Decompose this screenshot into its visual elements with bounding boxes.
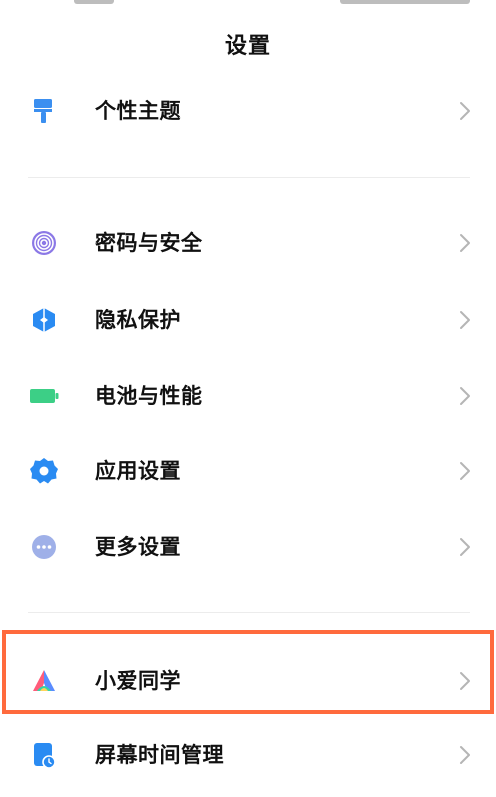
settings-item-more-settings[interactable]: 更多设置 [0,516,496,578]
privacy-shield-icon [33,308,55,332]
chevron-right-icon [460,234,470,252]
settings-item-app-settings[interactable]: 应用设置 [0,440,496,502]
xiaoai-assistant-icon [33,670,55,691]
settings-item-label: 屏幕时间管理 [95,743,224,767]
settings-item-label: 个性主题 [95,99,181,123]
section-divider [28,177,470,178]
chevron-right-icon [460,387,470,405]
settings-item-label: 小爱同学 [95,669,181,693]
section-divider [28,612,470,613]
settings-item-password-security[interactable]: 密码与安全 [0,212,496,274]
fingerprint-icon [32,231,56,255]
gear-icon [30,458,58,484]
settings-item-screen-time[interactable]: 屏幕时间管理 [0,724,496,786]
screen-time-icon [34,743,56,769]
chevron-right-icon [460,311,470,329]
chevron-right-icon [460,746,470,764]
settings-item-label: 应用设置 [95,459,181,483]
status-bar-fragment [74,0,114,4]
settings-item-personal-theme[interactable]: 个性主题 [0,80,496,142]
status-bar-fragment [340,0,470,4]
page-title: 设置 [224,34,271,59]
settings-item-privacy[interactable]: 隐私保护 [0,289,496,351]
chevron-right-icon [460,102,470,120]
settings-item-label: 隐私保护 [95,308,181,332]
paint-roller-icon [34,99,52,123]
settings-item-label: 电池与性能 [95,384,203,408]
settings-item-label: 密码与安全 [95,231,203,255]
settings-item-label: 更多设置 [95,535,181,559]
status-bar [0,0,496,8]
battery-icon [30,389,59,403]
settings-item-battery-performance[interactable]: 电池与性能 [0,365,496,427]
chevron-right-icon [460,462,470,480]
settings-item-xiaoai[interactable]: 小爱同学 [0,650,496,712]
chevron-right-icon [460,538,470,556]
chevron-right-icon [460,672,470,690]
more-dots-icon [32,535,56,559]
